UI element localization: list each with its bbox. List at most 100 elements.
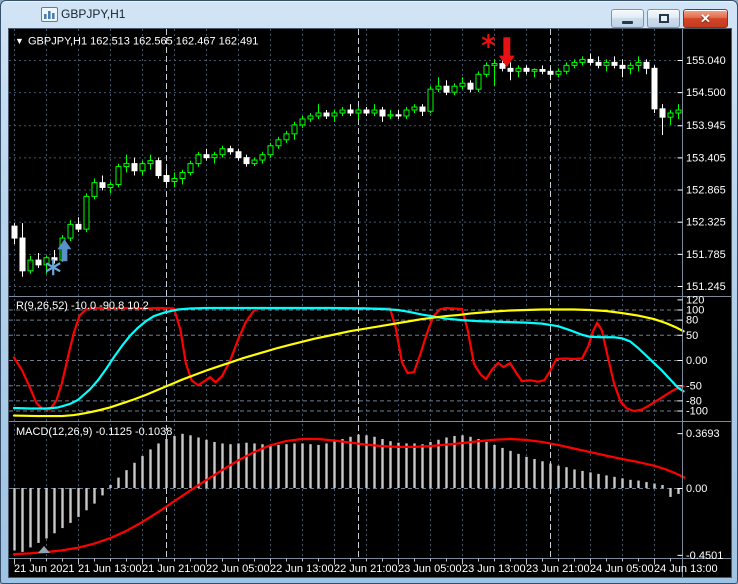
candle-bull [491, 63, 498, 66]
candle-bull [451, 85, 458, 93]
candle-bull [291, 124, 298, 135]
candle-bull [675, 109, 682, 114]
price-tick-label: 153.405 [686, 152, 726, 164]
chart-canvas[interactable]: 155.040 154.500 153.945 153.405 152.865 152.3… [9, 29, 731, 577]
candle-bull [635, 61, 642, 66]
macd-tick-label: 0.00 [686, 483, 707, 495]
price-tick-label: 155.040 [686, 55, 726, 67]
candle-bear [467, 82, 474, 90]
candle-bear [131, 163, 138, 172]
candle-bear [507, 67, 514, 72]
candle-bear [19, 237, 26, 272]
candle-bull [107, 183, 114, 188]
time-tick-label: 23 Jun 13:00 [462, 563, 526, 575]
window-title: GBPJPY,H1 [61, 7, 126, 21]
candle-bull [483, 64, 490, 75]
candle-bear [651, 67, 658, 110]
candle-bear [203, 154, 210, 159]
title-bar[interactable]: GBPJPY,H1 ✕ [1, 1, 737, 28]
time-tick-label: 22 Jun 13:00 [270, 563, 334, 575]
candle-bull [307, 115, 314, 120]
candle-bear [619, 64, 626, 69]
candle-bull [171, 178, 178, 182]
time-tick-label: 21 Jun 2021 [14, 563, 75, 575]
candle-bear [659, 108, 666, 118]
candle-bear [243, 157, 250, 165]
candle-bull [579, 58, 586, 63]
candle-bear [235, 151, 242, 159]
time-tick-label: 24 Jun 13:00 [654, 563, 718, 575]
price-tick-label: 151.245 [686, 281, 726, 293]
candle-bull [387, 114, 394, 117]
candle-bear [75, 223, 82, 230]
candle-bull [531, 69, 538, 72]
candle-bull [299, 118, 306, 126]
candle-bull [251, 159, 258, 165]
candle-bear [155, 160, 162, 177]
oscillator-tick-label: 0.00 [686, 355, 707, 367]
symbol-dropdown-icon[interactable]: ▼ [15, 36, 24, 46]
candle-bull [603, 61, 610, 66]
candle-bull [339, 109, 346, 114]
candle-bull [515, 67, 522, 72]
candle-bull [123, 163, 130, 168]
candle-bear [499, 63, 506, 69]
oscillator-label: R(9,26,52) -10.0 -90.8 10.2 [16, 300, 149, 312]
candle-bull [91, 182, 98, 197]
restore-icon [658, 14, 669, 23]
candle-bear [395, 114, 402, 117]
chart-window-icon [41, 7, 58, 22]
chart-window: GBPJPY,H1 ✕ 155.040 154.500 153.945 153.405… [0, 0, 738, 584]
time-tick-label: 21 Jun 13:00 [78, 563, 142, 575]
candle-bear [227, 148, 234, 153]
candle-bull [667, 112, 674, 118]
candle-bull [147, 160, 154, 165]
candle-bear [523, 67, 530, 72]
candle-bull [195, 154, 202, 165]
candle-bull [283, 133, 290, 141]
candle-bull [371, 109, 378, 114]
price-tick-label: 151.785 [686, 249, 726, 261]
candle-bear [443, 85, 450, 93]
candle-bull [403, 109, 410, 117]
candle-bull [179, 172, 186, 180]
minimize-icon [622, 20, 633, 24]
candle-bull [627, 64, 634, 69]
price-tick-label: 154.500 [686, 87, 726, 99]
close-icon: ✕ [700, 11, 711, 26]
restore-button[interactable] [647, 9, 680, 28]
close-button[interactable]: ✕ [683, 9, 728, 28]
candle-bear [611, 61, 618, 66]
candle-bull [331, 112, 338, 117]
symbol-ohlc-label: GBPJPY,H1 162.513 162.565 162.467 162.49… [28, 36, 258, 48]
price-tick-label: 153.945 [686, 120, 726, 132]
candle-bull [475, 73, 482, 90]
candle-bull [211, 154, 218, 159]
candle-bear [11, 225, 18, 239]
macd-tick-label: 0.3693 [686, 428, 720, 440]
candle-bull [571, 61, 578, 66]
candle-bear [539, 69, 546, 72]
candle-bull [459, 82, 466, 87]
oscillator-tick-label: -100 [686, 406, 708, 418]
oscillator-tick-label: 80 [686, 315, 698, 327]
minimize-button[interactable] [611, 9, 644, 28]
time-tick-label: 21 Jun 21:00 [142, 563, 206, 575]
candle-bull [83, 195, 90, 230]
price-tick-label: 152.865 [686, 185, 726, 197]
candle-bull [411, 106, 418, 111]
candle-bear [363, 109, 370, 114]
candle-bull [355, 109, 362, 114]
candle-bull [67, 223, 74, 239]
candle-bull [27, 259, 34, 272]
macd-label: MACD(12,26,9) -0.1125 -0.1038 [16, 426, 172, 438]
candle-bear [35, 259, 42, 266]
candle-bull [555, 70, 562, 75]
candle-bull [563, 64, 570, 72]
caption-buttons: ✕ [611, 9, 728, 28]
time-tick-label: 23 Jun 21:00 [526, 563, 590, 575]
candle-bull [275, 139, 282, 147]
candle-bear [347, 109, 354, 114]
candle-bear [587, 58, 594, 63]
time-tick-label: 22 Jun 05:00 [206, 563, 270, 575]
